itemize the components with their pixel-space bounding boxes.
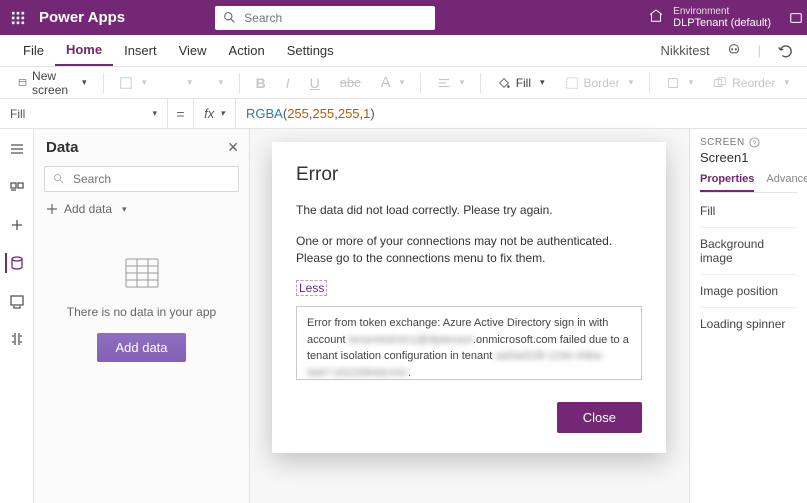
dialog-line1: The data did not load correctly. Please …: [296, 202, 642, 219]
error-details[interactable]: Error from token exchange: Azure Active …: [296, 306, 642, 380]
tab-advanced[interactable]: Advanced: [766, 173, 807, 192]
strike-button: abc: [332, 71, 369, 95]
chevron-down-icon: ▾: [122, 204, 127, 215]
table-icon: [125, 258, 159, 291]
toggle-details-link[interactable]: Less: [296, 280, 327, 296]
user-name: Nikkitest: [660, 43, 709, 58]
tab-properties[interactable]: Properties: [700, 173, 754, 192]
prop-image-position[interactable]: Image position: [700, 275, 797, 308]
notification-icon[interactable]: [785, 11, 807, 25]
environment-picker[interactable]: Environment DLPTenant (default): [647, 6, 785, 29]
app-checker-icon[interactable]: [724, 41, 744, 61]
empty-state: There is no data in your app Add data: [44, 258, 239, 362]
underline-button: U: [302, 71, 328, 95]
plus-icon: [46, 203, 58, 215]
dialog-line2: One or more of your connections may not …: [296, 233, 642, 267]
menu-settings[interactable]: Settings: [276, 35, 345, 66]
svg-text:?: ?: [752, 138, 757, 147]
rail-data-icon[interactable]: [5, 253, 27, 273]
undo-icon[interactable]: [775, 41, 795, 61]
screen-label: SCREEN ?: [700, 137, 797, 148]
rail-add-icon[interactable]: [7, 215, 27, 235]
fx-button[interactable]: fx▾: [194, 99, 236, 128]
environment-icon: [647, 7, 665, 28]
redacted-account: tenantAdmin1@dlptenant: [349, 334, 473, 346]
font-color-button: A▾: [373, 71, 413, 95]
close-icon[interactable]: ✕: [227, 139, 239, 156]
new-screen-icon: [18, 76, 27, 90]
empty-message: There is no data in your app: [67, 305, 216, 319]
add-data-link[interactable]: Add data ▾: [44, 200, 239, 218]
theme-button: ▾: [111, 71, 155, 95]
chevron-down-icon: ▾: [82, 77, 87, 88]
rail-insert-icon[interactable]: [7, 177, 27, 197]
environment-name: DLPTenant (default): [673, 17, 771, 29]
info-icon[interactable]: ?: [749, 137, 760, 148]
ribbon: New screen ▾ ▾ ▾ ▾ B I U abc A▾ ▾ Fill▾ …: [0, 67, 807, 99]
app-title: Power Apps: [35, 9, 125, 26]
menu-action[interactable]: Action: [218, 35, 276, 66]
menu-home[interactable]: Home: [55, 35, 113, 66]
screen-name: Screen1: [700, 150, 797, 165]
formula-bar: Fill ▾ = fx▾ RGBA(255, 255, 255, 1): [0, 99, 807, 129]
data-search-input[interactable]: [71, 171, 230, 187]
error-dialog: Error The data did not load correctly. P…: [272, 142, 666, 453]
font-size: ▾: [204, 71, 231, 95]
search-icon: [223, 11, 236, 24]
prop-fill[interactable]: Fill: [700, 195, 797, 228]
global-search[interactable]: [215, 6, 435, 30]
menu-bar: File Home Insert View Action Settings Ni…: [0, 35, 807, 67]
data-panel: Data ✕ Add data ▾ There is no data in yo…: [34, 129, 250, 503]
add-data-button[interactable]: Add data: [97, 333, 185, 362]
search-icon: [53, 173, 65, 185]
reorder-button: Reorder▾: [705, 71, 797, 95]
data-panel-title: Data: [46, 139, 239, 156]
data-search[interactable]: [44, 166, 239, 192]
prop-background-image[interactable]: Background image: [700, 228, 797, 275]
property-selector[interactable]: Fill ▾: [0, 99, 168, 128]
rail-tree-icon[interactable]: [7, 139, 27, 159]
left-rail: [0, 129, 34, 503]
chevron-down-icon: ▾: [152, 108, 157, 119]
menu-view[interactable]: View: [168, 35, 218, 66]
rail-tools-icon[interactable]: [7, 329, 27, 349]
fill-icon: [497, 76, 511, 90]
global-search-input[interactable]: [242, 10, 427, 26]
font-picker: ▾: [159, 71, 200, 95]
fill-button[interactable]: Fill▾: [489, 71, 553, 95]
new-screen-button[interactable]: New screen ▾: [10, 71, 95, 95]
align-button: ▾: [429, 71, 473, 95]
equals-cell: =: [168, 99, 194, 128]
menu-insert[interactable]: Insert: [113, 35, 168, 66]
title-bar: Power Apps Environment DLPTenant (defaul…: [0, 0, 807, 35]
prop-tabs: Properties Advanced: [700, 173, 797, 193]
properties-panel: SCREEN ? Screen1 Properties Advanced Fil…: [689, 129, 807, 503]
italic-button: I: [278, 71, 298, 95]
border-button: Border▾: [557, 71, 642, 95]
dialog-title: Error: [296, 164, 642, 186]
formula-input[interactable]: RGBA(255, 255, 255, 1): [236, 99, 807, 128]
close-button[interactable]: Close: [557, 402, 642, 433]
rail-media-icon[interactable]: [7, 291, 27, 311]
environment-label: Environment: [673, 6, 771, 17]
waffle-icon[interactable]: [0, 0, 35, 35]
prop-loading-spinner[interactable]: Loading spinner: [700, 308, 797, 340]
bold-button: B: [248, 71, 274, 95]
align-items-button: ▾: [658, 71, 702, 95]
menu-file[interactable]: File: [12, 35, 55, 66]
